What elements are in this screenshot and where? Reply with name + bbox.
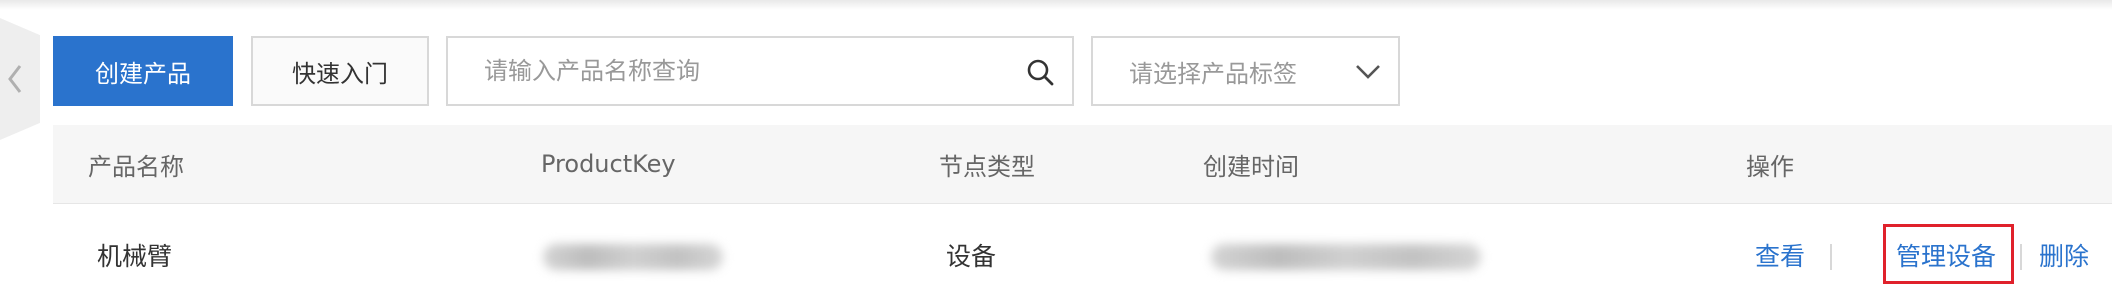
table-row: 机械臂 设备 查看 管理设备 删除 [53, 204, 2112, 306]
table-header: 产品名称 ProductKey 节点类型 创建时间 操作 [53, 125, 2112, 204]
chevron-left-icon [8, 65, 22, 93]
search-icon[interactable] [1026, 58, 1054, 86]
sidebar-collapse-toggle[interactable] [0, 18, 40, 140]
tag-select-placeholder: 请选择产品标签 [1129, 59, 1297, 88]
chevron-down-icon [1356, 65, 1380, 79]
toolbar: 创建产品 快速入门 请选择产品标签 [53, 36, 1400, 106]
delete-link[interactable]: 删除 [2039, 204, 2089, 306]
column-header-product-name: 产品名称 [88, 152, 184, 181]
product-search-box [446, 36, 1074, 106]
product-name-cell: 机械臂 [97, 242, 173, 271]
column-header-created-time: 创建时间 [1203, 152, 1299, 181]
quick-start-button[interactable]: 快速入门 [251, 36, 429, 106]
product-tag-select[interactable]: 请选择产品标签 [1091, 36, 1400, 106]
product-search-input[interactable] [482, 56, 1026, 86]
column-header-product-key: ProductKey [541, 150, 676, 178]
action-divider [1830, 244, 1832, 270]
column-header-actions: 操作 [1746, 152, 1794, 181]
top-shadow [0, 0, 2112, 10]
action-divider [2020, 244, 2022, 270]
view-link[interactable]: 查看 [1755, 204, 1805, 306]
column-header-node-type: 节点类型 [939, 152, 1035, 181]
node-type-cell: 设备 [946, 242, 997, 271]
create-product-button[interactable]: 创建产品 [53, 36, 233, 106]
product-key-redacted [543, 244, 723, 270]
manage-devices-link[interactable]: 管理设备 [1896, 204, 1996, 306]
created-time-redacted [1211, 244, 1481, 270]
